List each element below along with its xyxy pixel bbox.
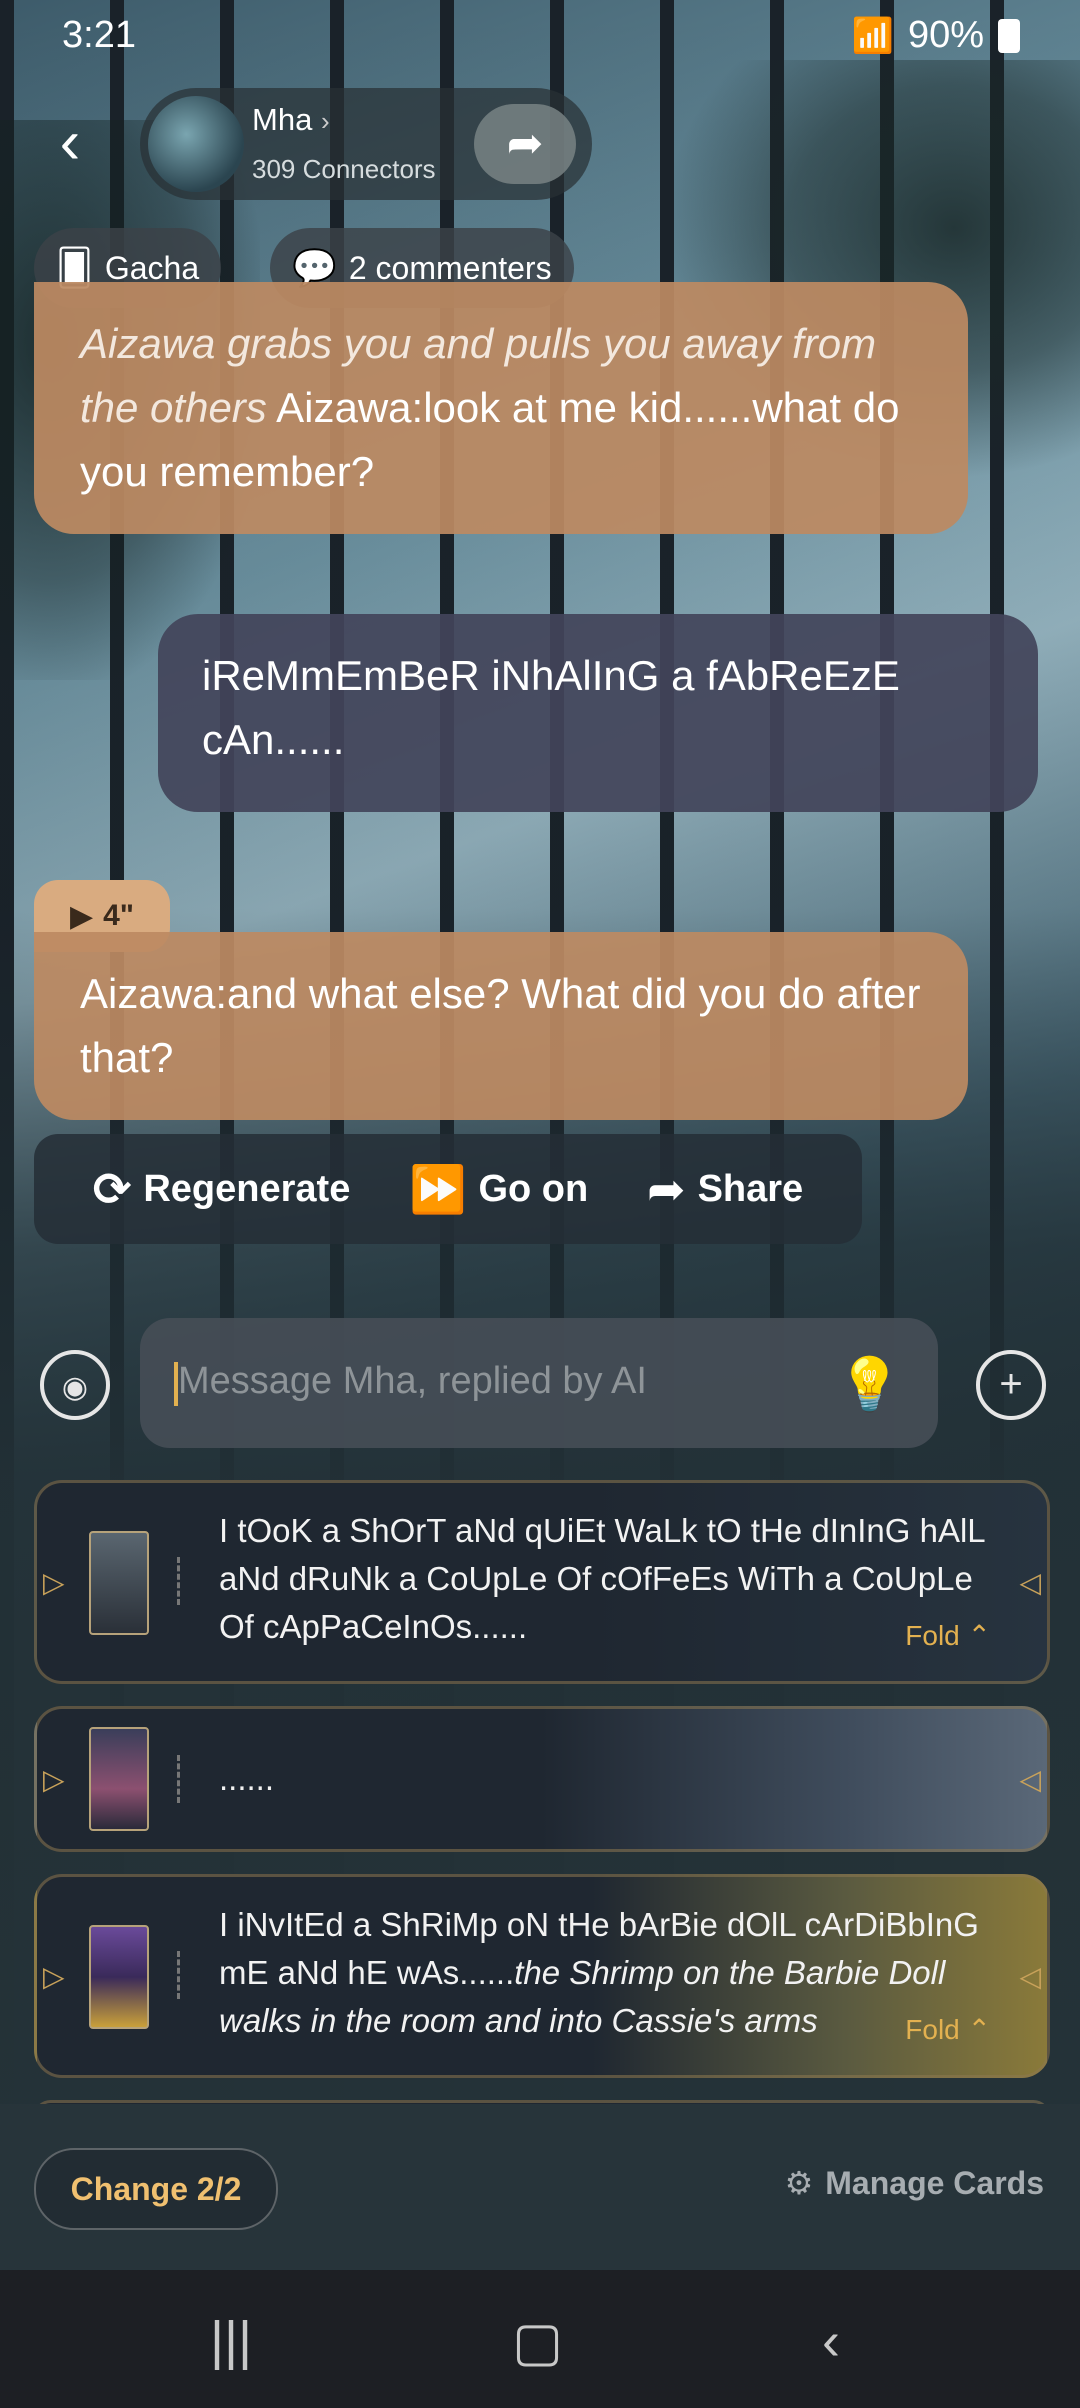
user-message-text: iReMmEmBeR iNhAlInG a fAbReEzE cAn...... — [202, 652, 900, 763]
gacha-label: Gacha — [104, 249, 200, 286]
regenerate-label: Regenerate — [143, 1167, 351, 1210]
lightbulb-icon[interactable]: 💡 — [837, 1354, 902, 1415]
system-nav-bar: ||| ▢ ‹ — [0, 2270, 1080, 2408]
chevron-right-icon: › — [320, 106, 330, 136]
voice-length: 4" — [103, 899, 134, 932]
character-header[interactable]: Mha › 309 Connectors ➦ — [140, 88, 592, 200]
ai-message[interactable]: Aizawa grabs you and pulls you away from… — [34, 282, 968, 534]
share-button[interactable]: ➦ — [474, 104, 576, 184]
manage-cards-label: Manage Cards — [825, 2164, 1044, 2201]
play-icon: ▶ — [70, 899, 94, 933]
wifi-icon: 📶 — [851, 16, 894, 55]
chevron-up-icon: ⌃ — [967, 2014, 991, 2045]
card-thumbnail — [89, 1925, 149, 2029]
triangle-left-icon: ◁ — [1019, 1764, 1041, 1795]
refresh-icon: ⟳ — [92, 1163, 132, 1215]
status-bar: 3:21 📶 90% — [0, 0, 1080, 70]
ai-message[interactable]: Aizawa:and what else? What did you do af… — [34, 932, 968, 1120]
plus-icon: + — [999, 1362, 1023, 1406]
share-message-button[interactable]: ➦ Share — [647, 1162, 803, 1216]
chevron-left-icon: ‹ — [59, 108, 81, 177]
gear-icon: ⚙ — [784, 2165, 814, 2201]
triangle-right-icon: ▷ — [43, 1567, 65, 1598]
fold-toggle[interactable]: Fold ⌃ — [905, 2013, 991, 2046]
card-thumbnail — [89, 1727, 149, 1831]
battery-icon — [998, 18, 1020, 53]
home-icon[interactable]: ▢ — [512, 2310, 563, 2373]
voice-call-button[interactable]: ◉ — [40, 1350, 110, 1420]
fast-forward-icon: ⏩ — [409, 1162, 467, 1215]
message-actions: ⟳ Regenerate ⏩ Go on ➦ Share — [34, 1134, 862, 1244]
message-input[interactable]: Message Mha, replied by AI 💡 — [140, 1318, 938, 1448]
status-icons: 📶 90% — [852, 14, 1020, 57]
add-button[interactable]: + — [976, 1350, 1046, 1420]
share-arrow-icon: ➦ — [506, 119, 544, 168]
chevron-up-icon: ⌃ — [967, 1620, 991, 1651]
triangle-right-icon: ▷ — [43, 1764, 65, 1795]
suggestion-card[interactable]: ▷ ◁ I tOoK a ShOrT aNd qUiEt WaLk tO tHe… — [34, 1480, 1050, 1684]
suggestion-card[interactable]: ▷ ◁ ...... — [34, 1706, 1050, 1852]
manage-cards-button[interactable]: ⚙ Manage Cards — [785, 2164, 1044, 2202]
regenerate-button[interactable]: ⟳ Regenerate — [93, 1162, 351, 1216]
divider — [177, 1557, 183, 1605]
voice-wave-icon: ◉ — [61, 1371, 89, 1404]
back-button[interactable]: ‹ — [40, 108, 100, 178]
user-message[interactable]: iReMmEmBeR iNhAlInG a fAbReEzE cAn...... — [158, 614, 1038, 812]
suggestion-text: ...... — [219, 1760, 275, 1797]
fold-toggle[interactable]: Fold ⌃ — [905, 1619, 991, 1652]
share-label: Share — [697, 1167, 804, 1210]
share-icon: ➦ — [647, 1163, 686, 1215]
triangle-left-icon: ◁ — [1019, 1567, 1041, 1598]
avatar[interactable] — [148, 96, 244, 192]
recent-apps-icon[interactable]: ||| — [210, 2310, 252, 2372]
divider — [177, 1755, 183, 1803]
ai-message-text: Aizawa:and what else? What did you do af… — [80, 970, 921, 1081]
message-placeholder: Message Mha, replied by AI — [178, 1360, 647, 1402]
battery-percent: 90% — [907, 14, 984, 56]
commenters-label: 2 commenters — [348, 249, 552, 286]
triangle-left-icon: ◁ — [1019, 1961, 1041, 1992]
connectors-count: 309 Connectors — [252, 154, 436, 184]
go-on-button[interactable]: ⏩ Go on — [409, 1162, 588, 1217]
back-nav-icon[interactable]: ‹ — [822, 2310, 840, 2372]
change-button[interactable]: Change 2/2 — [34, 2148, 278, 2230]
character-name[interactable]: Mha › — [252, 102, 330, 138]
suggestion-card[interactable]: ▷ ◁ I iNvItEd a ShRiMp oN tHe bArBie dOl… — [34, 1874, 1050, 2078]
go-on-label: Go on — [478, 1167, 589, 1210]
divider — [177, 1951, 183, 1999]
suggestion-text: I iNvItEd a ShRiMp oN tHe bArBie dOlL cA… — [219, 1901, 999, 2045]
triangle-right-icon: ▷ — [43, 1961, 65, 1992]
suggestion-text: I tOoK a ShOrT aNd qUiEt WaLk tO tHe dIn… — [219, 1512, 985, 1645]
status-time: 3:21 — [62, 14, 136, 56]
card-thumbnail — [89, 1531, 149, 1635]
